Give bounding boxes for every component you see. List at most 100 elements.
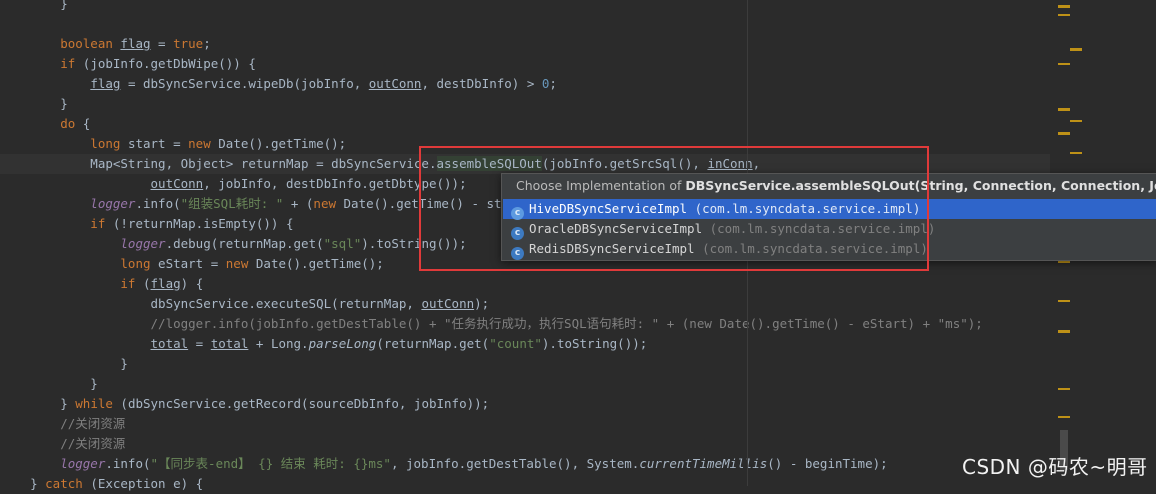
popup-title-prefix: Choose Implementation of [516, 178, 686, 193]
code-line[interactable]: } [0, 374, 98, 394]
code-token: () - beginTime); [767, 456, 888, 471]
code-token: total [150, 336, 189, 351]
code-token: //logger.info(jobInfo.getDestTable() + "… [0, 316, 983, 331]
code-line[interactable]: } [0, 0, 68, 14]
code-token: + ( [283, 196, 314, 211]
code-token: eStart = [158, 256, 226, 271]
code-line[interactable]: do { [0, 114, 90, 134]
code-token: outConn [150, 176, 204, 191]
warning-marker[interactable] [1070, 48, 1082, 51]
implementation-package: (com.lm.syncdata.service.impl) [694, 241, 928, 256]
implementation-class-name: OracleDBSyncServiceImpl [529, 221, 703, 236]
code-token: flag [90, 76, 121, 91]
code-line[interactable]: Map<String, Object> returnMap = dbSyncSe… [0, 154, 1050, 174]
code-token: "【同步表-end】 {} 结束 耗时: {}ms" [150, 456, 391, 471]
code-line[interactable]: outConn, jobInfo, destDbInfo.getDbtype()… [0, 174, 467, 194]
code-line[interactable]: boolean flag = true; [0, 34, 211, 54]
implementation-item[interactable]: c OracleDBSyncServiceImpl (com.lm.syncdat… [503, 219, 1156, 240]
implementation-item[interactable]: c RedisDBSyncServiceImpl (com.lm.syncdata… [503, 239, 1156, 260]
implementation-package: (com.lm.syncdata.service.impl) [702, 221, 936, 236]
code-token: total [210, 336, 249, 351]
warning-marker[interactable] [1058, 108, 1070, 111]
code-line[interactable]: if (!returnMap.isEmpty()) { [0, 214, 294, 234]
code-token: { [82, 116, 91, 131]
code-token: //关闭资源 [0, 416, 126, 431]
warning-marker[interactable] [1058, 132, 1070, 135]
code-token: = dbSyncService.wipeDb(jobInfo, [120, 76, 369, 91]
code-line[interactable]: logger.info("【同步表-end】 {} 结束 耗时: {}ms", … [0, 454, 888, 474]
warning-marker[interactable] [1070, 152, 1082, 154]
code-token: logger [0, 196, 136, 211]
code-token: new [313, 196, 344, 211]
code-token: outConn [421, 296, 475, 311]
code-token: dbSyncService.executeSQL(returnMap, [0, 296, 422, 311]
code-token: "count" [489, 336, 542, 351]
code-line[interactable]: flag = dbSyncService.wipeDb(jobInfo, out… [0, 74, 557, 94]
code-token: (!returnMap.isEmpty()) { [112, 216, 294, 231]
watermark: CSDN @码农~明哥 [962, 455, 1148, 479]
code-token: flag [150, 276, 181, 291]
code-token: long [0, 256, 159, 271]
code-line[interactable]: if (jobInfo.getDbWipe()) { [0, 54, 256, 74]
code-token: "组装SQL耗时: " [180, 196, 284, 211]
warning-marker[interactable] [1058, 14, 1070, 16]
code-token: (jobInfo.getDbWipe()) { [82, 56, 256, 71]
code-token: start = [127, 136, 189, 151]
implementation-item[interactable]: c HiveDBSyncServiceImpl (com.lm.syncdata.… [503, 199, 1156, 220]
code-token: long [0, 136, 128, 151]
code-token: (dbSyncService.getRecord(sourceDbInfo, j… [120, 396, 490, 411]
code-token: assembleSQLOut [436, 156, 542, 171]
code-token: ( [143, 276, 151, 291]
choose-implementation-popup[interactable]: Choose Implementation of DBSyncService.a… [501, 173, 1156, 261]
popup-title-signature: DBSyncService.assembleSQLOut(String, Con… [685, 178, 1156, 193]
code-token: , jobInfo.getDestTable(), System. [390, 456, 640, 471]
code-line[interactable]: long start = new Date().getTime(); [0, 134, 346, 154]
code-line[interactable]: } catch (Exception e) { [0, 474, 203, 494]
code-token: Date().getTime(); [218, 136, 347, 151]
code-token: new [188, 136, 219, 151]
code-line[interactable]: long eStart = new Date().getTime(); [0, 254, 384, 274]
code-line[interactable]: //关闭资源 [0, 434, 125, 454]
warning-marker[interactable] [1070, 120, 1082, 122]
code-line[interactable]: logger.info("组装SQL耗时: " + (new Date().ge… [0, 194, 546, 214]
code-line[interactable]: } [0, 354, 128, 374]
warning-marker[interactable] [1058, 63, 1070, 65]
code-token: (returnMap.get( [376, 336, 490, 351]
code-token: logger [0, 456, 106, 471]
code-token: new [225, 256, 256, 271]
code-token: ) { [180, 276, 204, 291]
code-line[interactable]: //关闭资源 [0, 414, 125, 434]
code-line[interactable]: if (flag) { [0, 274, 203, 294]
warning-marker[interactable] [1058, 330, 1070, 333]
implementation-package: (com.lm.syncdata.service.impl) [687, 201, 921, 216]
code-line[interactable]: //logger.info(jobInfo.getDestTable() + "… [0, 314, 983, 334]
code-token: logger [0, 236, 166, 251]
code-token: Date().getTime(); [255, 256, 384, 271]
warning-marker[interactable] [1058, 5, 1070, 8]
code-token: .debug(returnMap.get( [165, 236, 324, 251]
code-token: if [0, 56, 83, 71]
implementation-class-name: RedisDBSyncServiceImpl [529, 241, 695, 256]
code-token: .info( [135, 196, 181, 211]
code-line[interactable]: } while (dbSyncService.getRecord(sourceD… [0, 394, 489, 414]
code-token: parseLong [308, 336, 377, 351]
code-line[interactable]: } [0, 94, 68, 114]
code-line[interactable]: dbSyncService.executeSQL(returnMap, outC… [0, 294, 490, 314]
code-token: } [0, 376, 98, 391]
code-token: .info( [105, 456, 151, 471]
code-line[interactable]: logger.debug(returnMap.get("sql").toStri… [0, 234, 466, 254]
code-token: ).toString()); [541, 336, 648, 351]
implementation-class-name: HiveDBSyncServiceImpl [529, 201, 688, 216]
code-token: } [0, 356, 128, 371]
code-token: = [150, 36, 174, 51]
code-line[interactable]: total = total + Long.parseLong(returnMap… [0, 334, 648, 354]
code-token: inConn [707, 156, 753, 171]
warning-marker[interactable] [1058, 300, 1070, 302]
code-token: ; [203, 36, 211, 51]
popup-title: Choose Implementation of DBSyncService.a… [502, 174, 1156, 198]
code-token: catch [45, 476, 91, 491]
warning-marker[interactable] [1058, 388, 1070, 390]
warning-marker[interactable] [1058, 416, 1070, 418]
